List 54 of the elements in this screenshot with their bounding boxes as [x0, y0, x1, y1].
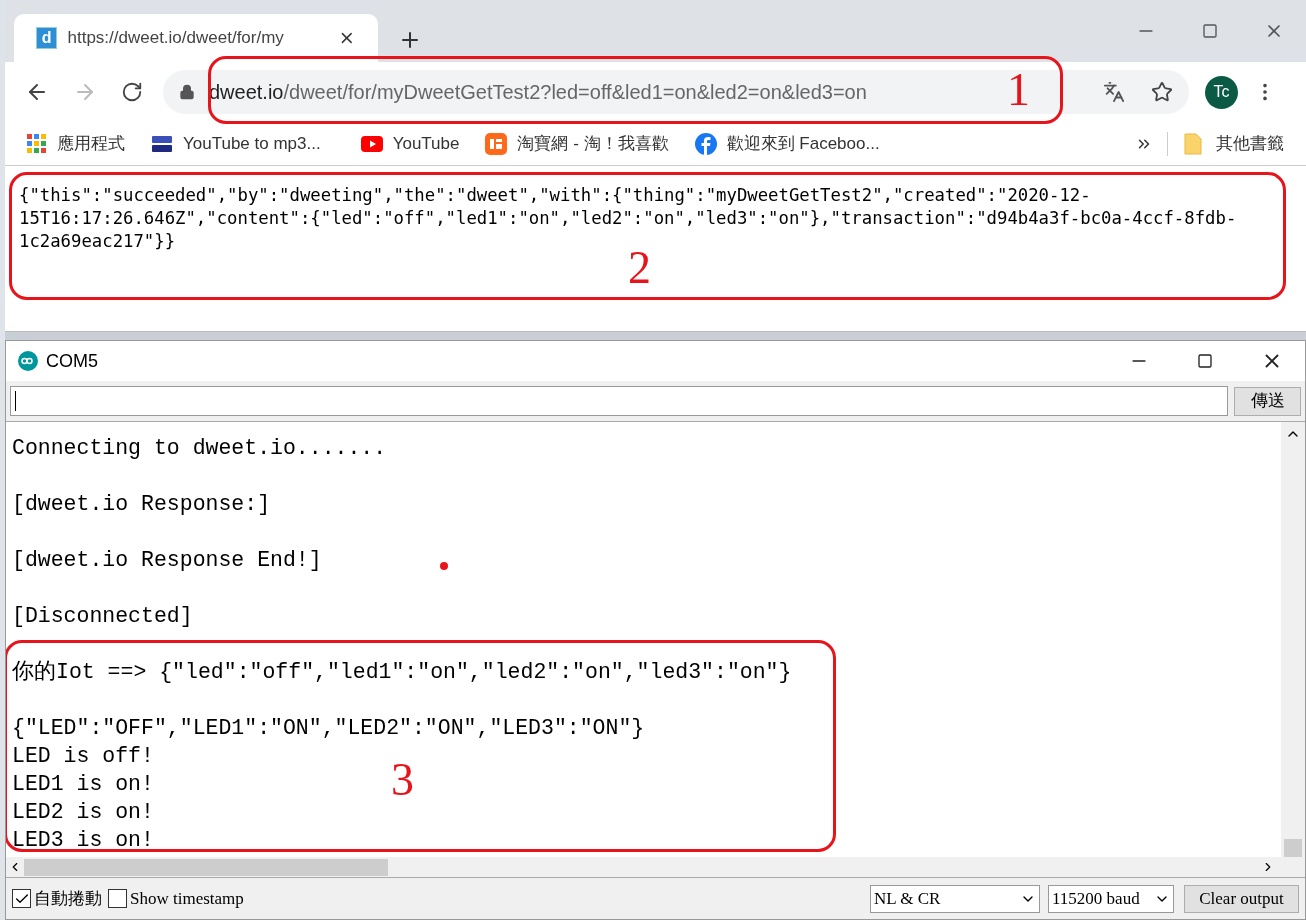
shop-icon: [485, 132, 508, 155]
apps-grid-icon: [27, 133, 47, 154]
serial-output-line: LED is off!: [12, 743, 154, 770]
translate-icon[interactable]: [1103, 81, 1125, 103]
music-badge-icon: [151, 133, 173, 154]
annotation-number: 2: [628, 245, 651, 291]
scrollbar-thumb[interactable]: [24, 858, 388, 876]
line-ending-select[interactable]: NL & CR: [870, 884, 1040, 913]
browser-tab[interactable]: d https://dweet.io/dweet/for/my: [14, 14, 378, 62]
bookmark-item[interactable]: 應用程式: [27, 130, 125, 157]
bookmark-star-icon[interactable]: [1151, 81, 1173, 103]
bookmark-item[interactable]: YouTube: [360, 130, 460, 157]
reload-icon[interactable]: [121, 81, 143, 103]
serial-output-line: [dweet.io Response:]: [12, 491, 271, 518]
serial-output-line: LED1 is on!: [12, 771, 154, 798]
tab-title: https://dweet.io/dweet/for/my: [67, 27, 285, 50]
serial-output-line: LED3 is on!: [12, 827, 154, 854]
serial-output-line: 你的Iot ==> {"led":"off","led1":"on","led2":"on","led3":"on"}: [12, 659, 792, 686]
checkbox[interactable]: [12, 889, 31, 908]
checkbox-label[interactable]: Show timestamp: [130, 885, 244, 912]
window-title: COM5: [46, 349, 98, 373]
annotation-number: 1: [1007, 67, 1030, 113]
vertical-scrollbar[interactable]: [1281, 422, 1305, 877]
checkbox[interactable]: [108, 889, 127, 908]
folder-icon: [1184, 132, 1202, 155]
other-bookmarks[interactable]: 其他書籤: [1184, 130, 1284, 157]
horizontal-scrollbar[interactable]: [6, 857, 1281, 877]
profile-avatar[interactable]: Tc: [1205, 75, 1238, 109]
url-text: dweet.io/dweet/for/myDweetGetTest2?led=off&led1=on&led2=on&led3=on: [209, 80, 867, 105]
send-button[interactable]: 傳送: [1234, 386, 1301, 416]
serial-output-line: [dweet.io Response End!]: [12, 547, 322, 574]
serial-output-line: [Disconnected]: [12, 603, 193, 630]
clear-output-button[interactable]: Clear output: [1184, 884, 1299, 913]
play-icon: [360, 135, 383, 152]
json-response-line: {"this":"succeeded","by":"dweeting","the":"dweet","with":{"thing":"myDweetGetTest2","created":"2020-12-: [19, 184, 1091, 207]
bookmark-item[interactable]: 歡迎來到 Faceboo...: [694, 130, 880, 157]
scrollbar-thumb[interactable]: [1284, 839, 1302, 857]
bookmark-item[interactable]: YouTube to mp3...: [151, 130, 321, 157]
favicon: d: [36, 27, 58, 49]
social-circle-icon: [694, 132, 717, 155]
lock-icon: [179, 84, 195, 100]
baud-rate-select[interactable]: 115200 baud: [1048, 884, 1174, 913]
maximize-icon[interactable]: [1197, 353, 1213, 369]
maximize-icon[interactable]: [1202, 23, 1218, 39]
serial-output-line: LED2 is on!: [12, 799, 154, 826]
checkbox-label[interactable]: 自動捲動: [34, 885, 102, 912]
serial-input-field[interactable]: [10, 386, 1228, 416]
serial-output-line: Connecting to dweet.io.......: [12, 435, 387, 462]
json-response-line: 15T16:17:26.646Z","content":{"led":"off","led1":"on","led2":"on","led3":"on"},"transaction":"d94b4a3f-bc0a-4ccf-8fdb-: [19, 207, 1237, 230]
bookmark-item[interactable]: 淘寶網 - 淘！我喜歡: [485, 130, 669, 157]
infinity-logo-icon: [18, 351, 38, 371]
serial-output-line: {"LED":"OFF","LED1":"ON","LED2":"ON","LED3":"ON"}: [12, 715, 645, 742]
json-response-line: 1c2a69eac217"}}: [19, 230, 176, 253]
annotation-number: 3: [391, 757, 414, 803]
